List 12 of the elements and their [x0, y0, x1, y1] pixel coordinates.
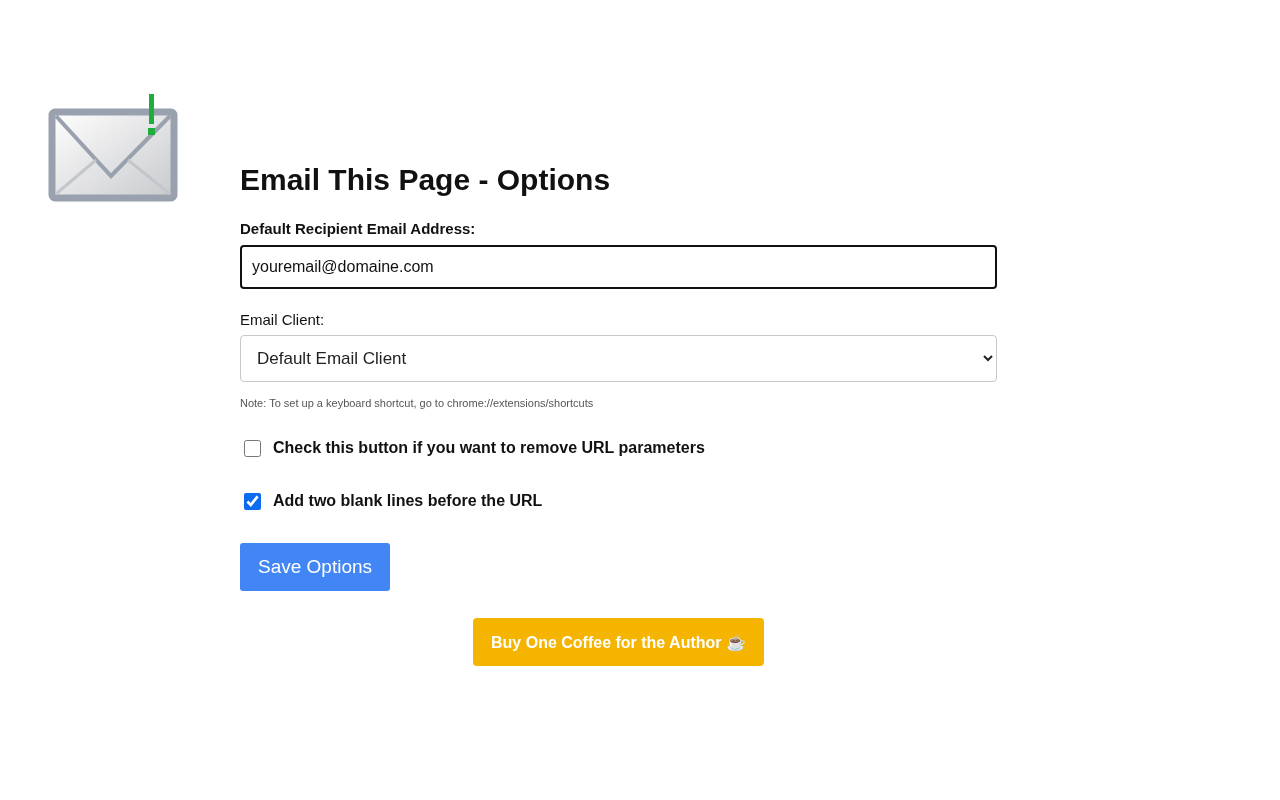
- checkbox[interactable]: [244, 439, 261, 457]
- checkbox-label: Add two blank lines before the URL: [273, 492, 543, 510]
- checkbox[interactable]: [244, 492, 261, 510]
- field-label: Default Recipient Email Address:: [240, 220, 476, 237]
- email-field[interactable]: youremail@domaine.com: [240, 245, 997, 289]
- envelope-icon: [48, 94, 178, 202]
- checkbox-label: Check this button if you want to remove URL parameters: [273, 439, 705, 457]
- field-label: Email Client:: [240, 311, 325, 328]
- email-client-dropdown[interactable]: Default Email Client: [240, 335, 997, 382]
- save-button[interactable]: Save Options: [240, 543, 391, 591]
- note-text: Note: To set up a keyboard shortcut, go to chrome://extensions/shortcuts: [240, 397, 594, 409]
- page-title: Email This Page - Options: [240, 162, 611, 198]
